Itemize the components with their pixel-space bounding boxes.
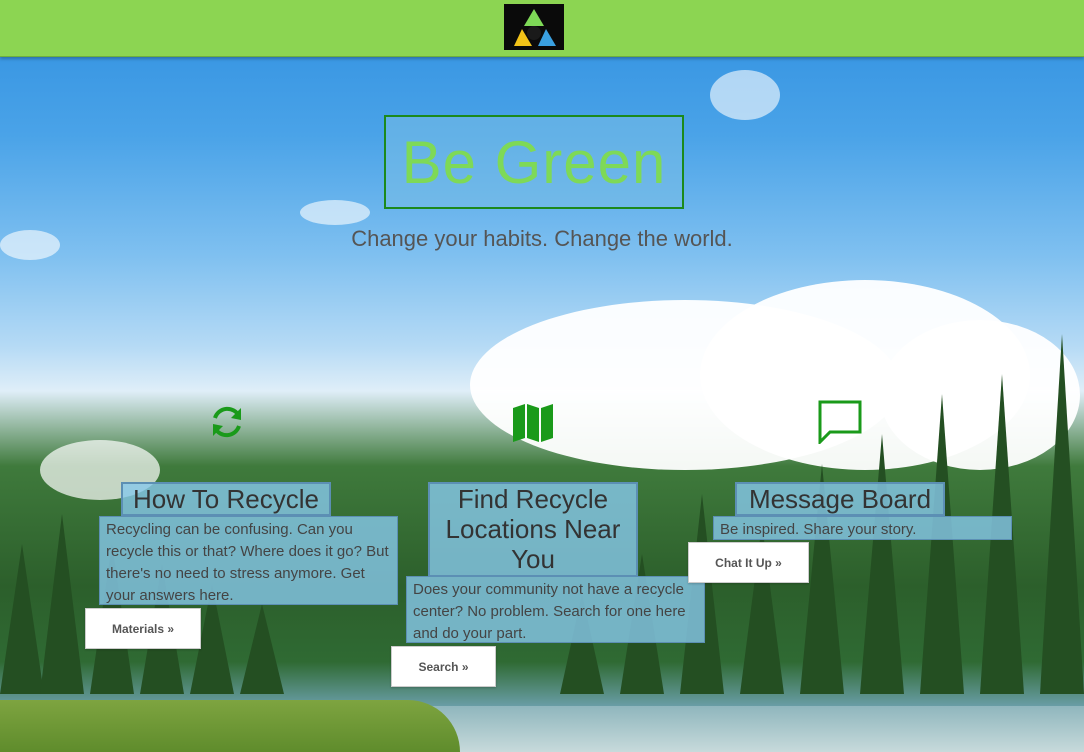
materials-button[interactable]: Materials » (85, 608, 201, 649)
how-to-recycle-text: Recycling can be confusing. Can you recy… (99, 516, 398, 605)
hero-title-box: Be Green (384, 115, 684, 209)
search-button[interactable]: Search » (391, 646, 496, 687)
find-locations-heading: Find Recycle Locations Near You (428, 482, 638, 577)
message-board-text: Be inspired. Share your story. (713, 516, 1012, 540)
find-locations-text: Does your community not have a recycle c… (406, 576, 705, 643)
top-navbar (0, 0, 1084, 57)
chat-it-up-button[interactable]: Chat It Up » (688, 542, 809, 583)
map-icon (511, 400, 555, 444)
refresh-icon (205, 400, 249, 444)
recycle-logo-icon[interactable] (504, 4, 564, 50)
message-icon (818, 400, 862, 446)
tagline: Change your habits. Change the world. (351, 226, 733, 251)
page-title: Be Green (401, 128, 667, 196)
how-to-recycle-heading: How To Recycle (121, 482, 331, 516)
message-board-heading: Message Board (735, 482, 945, 516)
